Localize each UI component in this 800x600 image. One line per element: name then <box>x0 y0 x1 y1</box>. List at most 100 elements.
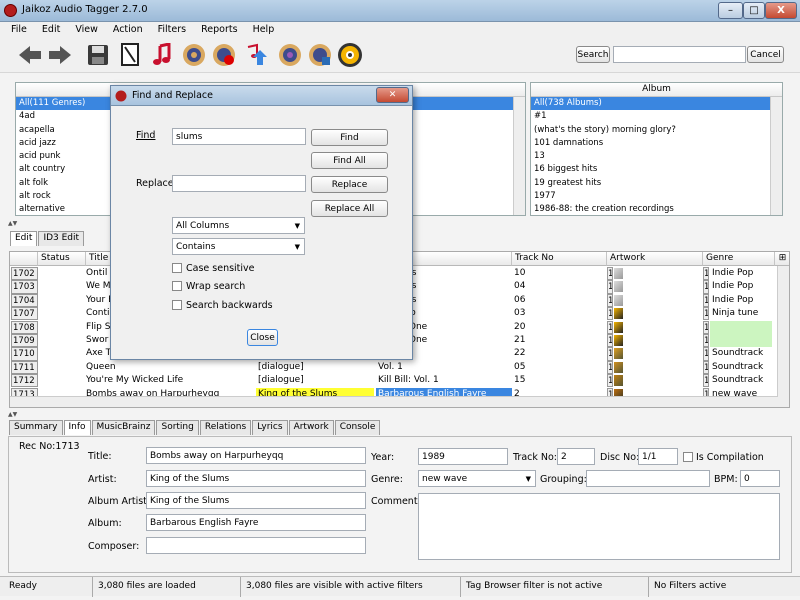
artwork-index-cell[interactable]: 1 <box>607 280 613 294</box>
find-input[interactable]: slums <box>172 128 306 145</box>
bpm-field[interactable]: 0 <box>740 470 780 487</box>
title-cell[interactable]: You're My Wicked Life <box>84 374 256 387</box>
artwork-thumbnail[interactable] <box>614 348 623 360</box>
album-scrollbar[interactable] <box>770 97 782 215</box>
menu-filters[interactable]: Filters <box>147 22 190 35</box>
track-no-cell[interactable]: 03 <box>512 307 607 320</box>
find-button[interactable]: Find <box>311 129 388 146</box>
track-no-cell[interactable]: 22 <box>512 347 607 360</box>
is-compilation-checkbox[interactable] <box>683 452 693 462</box>
columns-select[interactable]: All Columns ▼ <box>172 217 305 234</box>
menu-edit[interactable]: Edit <box>31 22 64 35</box>
find-all-button[interactable]: Find All <box>311 152 388 169</box>
menu-file[interactable]: File <box>0 22 31 35</box>
artwork-index-cell[interactable]: 1 <box>607 334 613 348</box>
artwork-thumbnail[interactable] <box>614 335 623 346</box>
autocorrect-icon[interactable] <box>306 41 334 69</box>
album-item[interactable]: All(738 Albums) <box>531 97 782 111</box>
artwork-index-cell[interactable]: 1 <box>607 307 613 321</box>
tab-musicbrainz[interactable]: MusicBrainz <box>91 420 156 435</box>
genre-cell[interactable]: Ninja tune <box>710 307 772 320</box>
year-field[interactable]: 1989 <box>418 448 508 465</box>
album-item[interactable]: 13 <box>531 150 782 163</box>
artwork-thumbnail[interactable] <box>614 361 623 373</box>
artwork-index-cell[interactable]: 1 <box>607 320 613 334</box>
column-header-artwork[interactable]: Artwork <box>607 252 703 266</box>
upload-tag-icon[interactable] <box>241 41 269 69</box>
column-header-genre[interactable]: Genre <box>703 252 775 266</box>
artwork-index-cell[interactable]: 1 <box>607 293 613 308</box>
grid-hscrollbar[interactable] <box>10 396 789 407</box>
tab-relations[interactable]: Relations <box>199 420 252 435</box>
artwork-thumbnail[interactable] <box>614 308 623 320</box>
track-no-cell[interactable]: 05 <box>512 361 607 374</box>
genre-scrollbar[interactable] <box>513 97 525 215</box>
maximize-button[interactable]: □ <box>743 2 765 19</box>
artist-cell[interactable]: [dialogue] <box>256 361 374 374</box>
music-note-icon[interactable] <box>148 41 176 69</box>
album-item[interactable]: 101 damnations <box>531 137 782 150</box>
tab-info[interactable]: Info <box>63 420 91 435</box>
track-no-cell[interactable]: 15 <box>512 374 607 387</box>
genre-cell[interactable] <box>710 334 772 348</box>
artwork-thumbnail[interactable] <box>614 375 623 387</box>
artist-cell[interactable]: [dialogue] <box>256 374 374 387</box>
album-item[interactable]: 16 biggest hits <box>531 163 782 176</box>
artwork-index-cell[interactable]: 1 <box>607 360 613 375</box>
menu-action[interactable]: Action <box>102 22 147 35</box>
menu-view[interactable]: View <box>64 22 102 35</box>
genre-index-cell[interactable]: 1 <box>703 360 709 375</box>
tab-edit[interactable]: Edit <box>10 231 38 246</box>
musicbrainz-remote-icon[interactable] <box>210 41 238 69</box>
search-input[interactable] <box>613 46 746 63</box>
album-cell[interactable]: Kill Bill: Vol. 1 <box>376 374 512 387</box>
genre-index-cell[interactable]: 1 <box>703 334 709 348</box>
artwork-thumbnail[interactable] <box>614 294 623 306</box>
forward-arrow-icon[interactable] <box>46 41 74 69</box>
case-sensitive-checkbox[interactable] <box>172 263 182 273</box>
genre-cell[interactable]: Indie Pop <box>710 280 772 293</box>
genre-cell[interactable]: Indie Pop <box>710 294 772 307</box>
artwork-index-cell[interactable]: 1 <box>607 267 613 281</box>
grouping-field[interactable] <box>586 470 710 487</box>
genre-index-cell[interactable]: 1 <box>703 267 709 281</box>
title-cell[interactable]: Queen <box>84 361 256 374</box>
tab-lyrics[interactable]: Lyrics <box>252 420 288 435</box>
album-item[interactable]: 1986-88: the creation recordings <box>531 203 782 216</box>
musicdns-icon[interactable] <box>276 41 304 69</box>
artwork-thumbnail[interactable] <box>614 321 623 333</box>
close-window-button[interactable]: X <box>765 2 797 19</box>
replace-input[interactable] <box>172 175 306 192</box>
album-item[interactable]: #1 <box>531 110 782 123</box>
tab-summary[interactable]: Summary <box>9 420 63 435</box>
close-button[interactable]: Close <box>247 329 278 346</box>
track-no-cell[interactable]: 20 <box>512 321 607 334</box>
genre-cell[interactable]: Indie Pop <box>710 267 772 280</box>
tab-sorting[interactable]: Sorting <box>156 420 199 435</box>
genre-combo[interactable]: new wave ▼ <box>418 470 536 487</box>
genre-cell[interactable] <box>710 320 772 334</box>
musicbrainz-brain-icon[interactable] <box>180 41 208 69</box>
track-no-field[interactable]: 2 <box>557 448 595 465</box>
artwork-thumbnail[interactable] <box>614 281 623 293</box>
minimize-button[interactable]: – <box>718 2 743 19</box>
search-button[interactable]: Search <box>576 46 610 63</box>
album-field[interactable]: Barbarous English Fayre <box>146 514 366 531</box>
genre-index-cell[interactable]: 1 <box>703 320 709 334</box>
menu-reports[interactable]: Reports <box>190 22 241 35</box>
track-no-cell[interactable]: 06 <box>512 294 607 307</box>
comment-field[interactable] <box>418 493 780 560</box>
track-no-cell[interactable]: 04 <box>512 280 607 293</box>
genre-cell[interactable]: Soundtrack <box>710 374 772 387</box>
save-icon[interactable] <box>84 41 112 69</box>
cancel-button[interactable]: Cancel <box>747 46 784 63</box>
match-select[interactable]: Contains ▼ <box>172 238 305 255</box>
album-item[interactable]: 1977 <box>531 190 782 203</box>
genre-index-cell[interactable]: 1 <box>703 280 709 294</box>
track-no-cell[interactable]: 21 <box>512 334 607 347</box>
edit-tag-icon[interactable] <box>116 41 144 69</box>
album-item[interactable]: (what's the story) morning glory? <box>531 124 782 137</box>
column-header-status[interactable]: Status <box>38 252 86 266</box>
search-backwards-checkbox[interactable] <box>172 300 182 310</box>
track-no-cell[interactable]: 10 <box>512 267 607 280</box>
